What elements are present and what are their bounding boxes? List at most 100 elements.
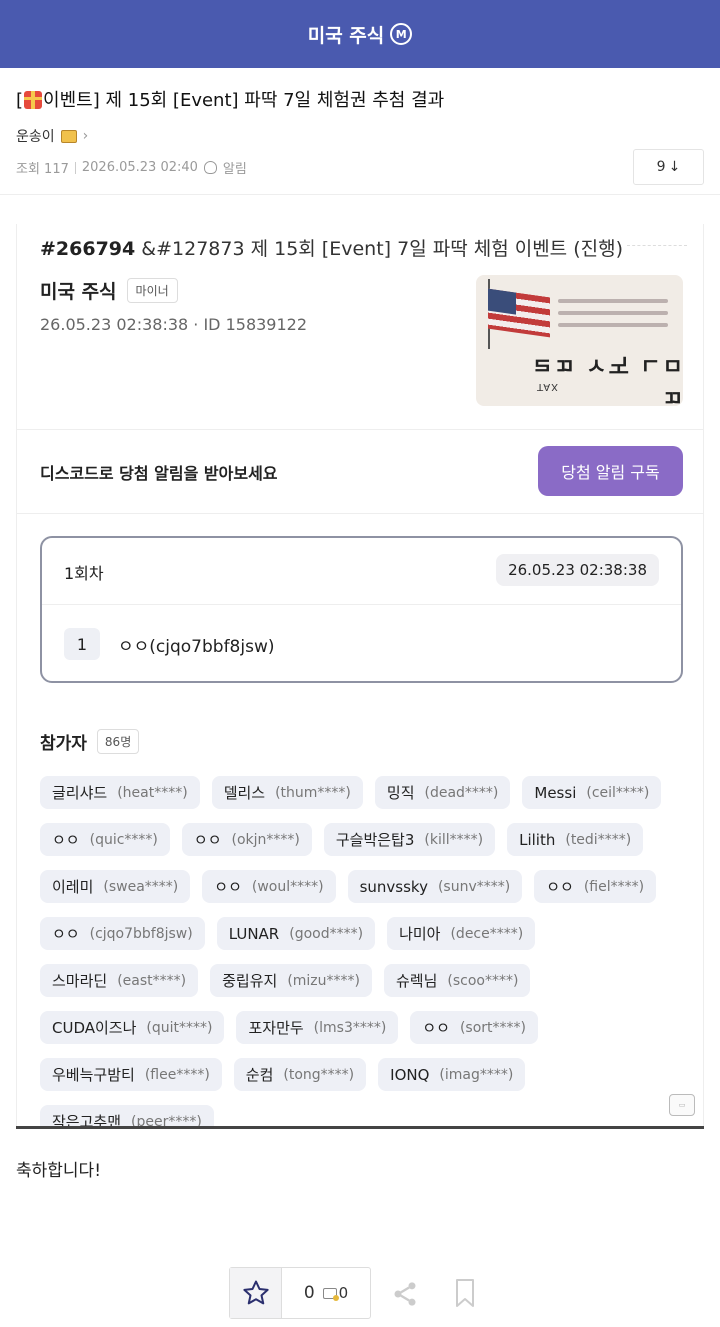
- participant-id: (heat****): [117, 784, 188, 801]
- participant-chip: ㅇㅇ (sort****): [410, 1011, 538, 1044]
- counts: 0 0: [282, 1268, 370, 1318]
- participant-chip: 슈렉님 (scoo****): [384, 964, 531, 997]
- thumbnail-small-graphic: XAT: [536, 381, 559, 392]
- participant-id: (scoo****): [447, 972, 519, 989]
- participant-chip: IONQ (imag****): [378, 1058, 526, 1091]
- m-badge-icon: M: [390, 23, 413, 45]
- participant-id: (lms3****): [313, 1019, 387, 1036]
- participant-id: (dece****): [450, 925, 524, 942]
- participant-id: (east****): [117, 972, 187, 989]
- participant-chip: ㅇㅇ (okjn****): [181, 823, 312, 856]
- author-name[interactable]: 운송이: [16, 126, 55, 146]
- participant-id: (kill****): [424, 831, 484, 848]
- channel-title[interactable]: 미국 주식: [308, 21, 385, 48]
- action-bar: 0 0: [229, 1267, 371, 1319]
- participant-name: 포자만두: [248, 1019, 304, 1037]
- participant-chip: Messi (ceil****): [522, 776, 662, 809]
- participant-id: (dead****): [424, 784, 499, 801]
- star-count: 0: [303, 1283, 315, 1303]
- chat-icon[interactable]: ▭: [669, 1094, 695, 1116]
- participant-id: (swea****): [103, 878, 179, 895]
- comment-jump-button[interactable]: 9 ↓: [633, 149, 704, 185]
- participants-list: 글리샤드 (heat****) 델리스 (thum****) 밍직 (dead****) M…: [40, 776, 690, 1128]
- post-title-prefix: [: [16, 90, 24, 111]
- participant-name: CUDA이즈나: [52, 1019, 137, 1037]
- participant-name: ㅇㅇ: [52, 831, 80, 849]
- participant-name: 슈렉님: [396, 972, 438, 990]
- post-meta: 조회 117 2026.05.23 02:40 알림: [16, 158, 247, 177]
- participant-chip: 글리샤드 (heat****): [40, 776, 200, 809]
- discord-prompt: 디스코드로 당첨 알림을 받아보세요: [40, 464, 278, 483]
- top-bar: 미국 주식 M: [0, 0, 720, 68]
- participant-name: 우베늑구밤티: [52, 1066, 135, 1084]
- participant-chip: Lilith (tedi****): [507, 823, 644, 856]
- participant-id: (quic****): [89, 831, 158, 848]
- participant-id: (quit****): [146, 1019, 213, 1036]
- level-icon: [60, 129, 77, 143]
- participant-id: (tong****): [283, 1066, 355, 1083]
- alert-label[interactable]: 알림: [223, 158, 247, 177]
- participant-id: (thum****): [275, 784, 351, 801]
- subscribe-button[interactable]: 당첨 알림 구독: [538, 446, 683, 496]
- participant-name: 글리샤드: [52, 784, 108, 802]
- participant-chip: 순컴 (tong****): [233, 1058, 367, 1091]
- header-divider: [0, 194, 720, 195]
- event-channel-name: 미국 주식: [40, 281, 117, 303]
- event-thumbnail[interactable]: ㅁㄱ 노ㅅ ㄸㄹㄸ XAT: [476, 275, 683, 406]
- participant-chip: ㅇㅇ (cjqo7bbf8jsw): [40, 917, 205, 950]
- participant-name: 델리스: [223, 784, 266, 802]
- participant-name: 구슬박은탑3: [335, 831, 415, 849]
- participant-chip: CUDA이즈나 (quit****): [40, 1011, 225, 1044]
- winner-rank: 1: [64, 628, 100, 660]
- event-number: #266794: [40, 238, 136, 260]
- participant-chip: 스마라딘 (east****): [40, 964, 199, 997]
- participant-id: (woul****): [251, 878, 324, 895]
- event-heading[interactable]: #266794 &#127873 제 15회 [Event] 7일 파딱 체험 …: [40, 234, 623, 261]
- participant-chip: 구슬박은탑3 (kill****): [323, 823, 496, 856]
- participant-id: (sunv****): [437, 878, 511, 895]
- participants-label: 참가자: [40, 734, 87, 754]
- participant-id: (flee****): [144, 1066, 210, 1083]
- participants-header: 참가자 86명: [40, 729, 140, 754]
- participant-name: 나미아: [399, 925, 441, 943]
- participant-id: (cjqo7bbf8jsw): [89, 925, 193, 942]
- star-button[interactable]: [230, 1268, 282, 1318]
- round-date: 26.05.23 02:38:38: [496, 554, 659, 586]
- coin-counter[interactable]: 0: [322, 1284, 348, 1302]
- participants-count: 86명: [96, 729, 140, 754]
- flag-image: [488, 288, 550, 338]
- participant-chip: 중립유지 (mizu****): [210, 964, 372, 997]
- bell-icon[interactable]: [203, 161, 217, 174]
- participant-name: ㅇㅇ: [52, 925, 80, 943]
- participant-id: (ceil****): [586, 784, 650, 801]
- dash-decoration: [627, 245, 687, 246]
- share-icon[interactable]: [391, 1280, 419, 1308]
- thumbnail-graphic: ㅁㄱ 노ㅅ ㄸㄹㄸ: [530, 355, 683, 406]
- participant-chip: 델리스 (thum****): [211, 776, 363, 809]
- meta-divider: [74, 161, 76, 174]
- bookmark-icon[interactable]: [454, 1278, 476, 1308]
- participant-chip: sunvssky (sunv****): [347, 870, 523, 903]
- participant-chip: 포자만두 (lms3****): [236, 1011, 399, 1044]
- participant-id: (good****): [289, 925, 364, 942]
- event-title: &#127873 제 15회 [Event] 7일 파딱 체험 이벤트 (진행): [135, 238, 623, 260]
- participant-chip: 이레미 (swea****): [40, 870, 191, 903]
- round-card: 1회차 26.05.23 02:38:38 1 ㅇㅇ(cjqo7bbf8jsw): [40, 536, 683, 683]
- participant-id: (tedi****): [565, 831, 632, 848]
- participant-chip: ㅇㅇ (fiel****): [534, 870, 657, 903]
- participant-name: ㅇㅇ: [214, 878, 242, 896]
- author-row[interactable]: 운송이 ›: [16, 126, 88, 146]
- participant-name: 순컴: [245, 1066, 274, 1084]
- participant-name: ㅇㅇ: [193, 831, 222, 849]
- participant-name: 이레미: [52, 878, 94, 896]
- event-embed: #266794 &#127873 제 15회 [Event] 7일 파딱 체험 …: [16, 224, 704, 1128]
- participant-name: ㅇㅇ: [546, 878, 574, 896]
- participant-name: Lilith: [519, 830, 556, 849]
- participant-id: (sort****): [459, 1019, 526, 1036]
- thumbnail-text-lines: [558, 299, 668, 335]
- arrow-down-icon: ↓: [668, 159, 681, 175]
- participant-chip: 나미아 (dece****): [387, 917, 536, 950]
- event-date-id: 26.05.23 02:38:38 · ID 15839122: [40, 315, 308, 334]
- participant-name: ㅇㅇ: [422, 1019, 450, 1037]
- event-channel: 미국 주식 마이너: [40, 277, 178, 304]
